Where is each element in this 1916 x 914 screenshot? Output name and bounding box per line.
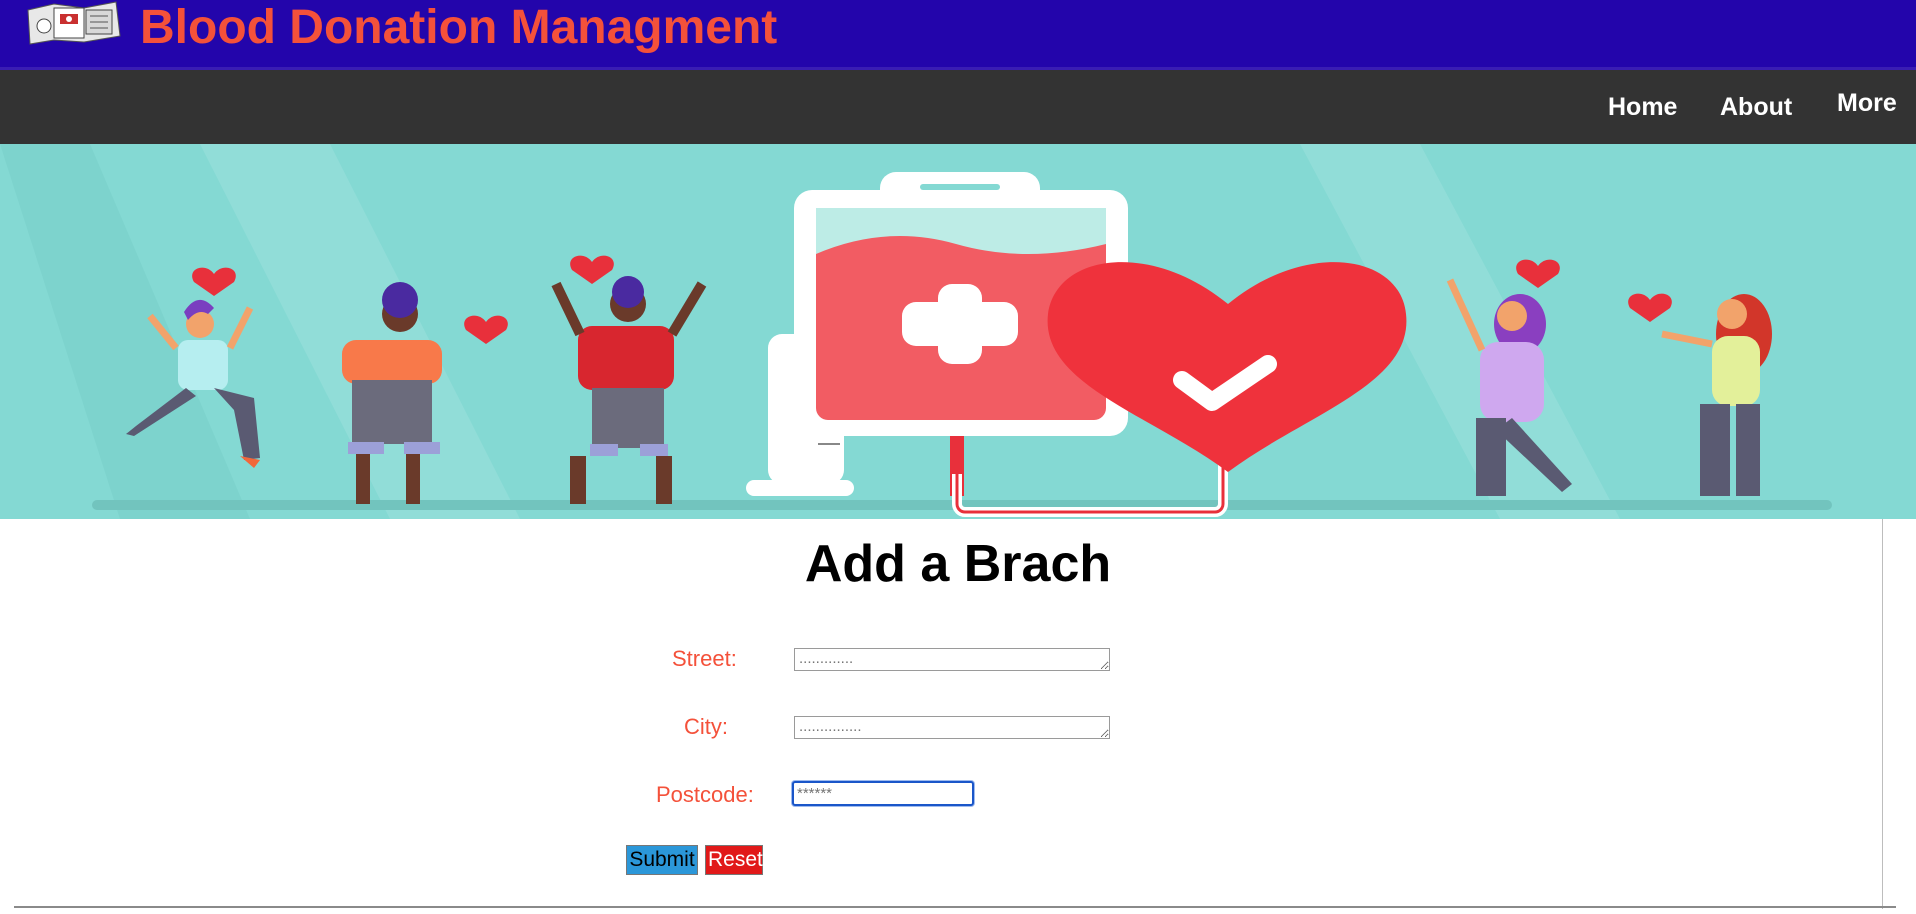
- site-header: Blood Donation Managment: [0, 0, 1916, 67]
- nav-more-link[interactable]: More: [1837, 89, 1897, 118]
- nav-about-link[interactable]: About: [1720, 93, 1792, 122]
- city-label: City:: [684, 714, 728, 739]
- blood-donation-logo-icon: [24, 0, 126, 46]
- city-field[interactable]: [794, 716, 1110, 739]
- street-label: Street:: [672, 646, 737, 671]
- postcode-label: Postcode:: [656, 782, 754, 807]
- main-navbar: Home About More: [0, 67, 1916, 147]
- banner-image: [0, 144, 1916, 519]
- reset-button[interactable]: Reset: [705, 845, 763, 875]
- blood-donation-banner-illustration: [0, 144, 1916, 519]
- nav-home-link[interactable]: Home: [1608, 93, 1677, 122]
- postcode-field[interactable]: [792, 781, 974, 806]
- content-border: [1882, 519, 1883, 909]
- street-field[interactable]: [794, 648, 1110, 671]
- page-title: Add a Brach: [804, 535, 1112, 593]
- footer-divider: [14, 906, 1896, 908]
- site-title: Blood Donation Managment: [140, 1, 778, 54]
- submit-button[interactable]: Submit: [626, 845, 698, 875]
